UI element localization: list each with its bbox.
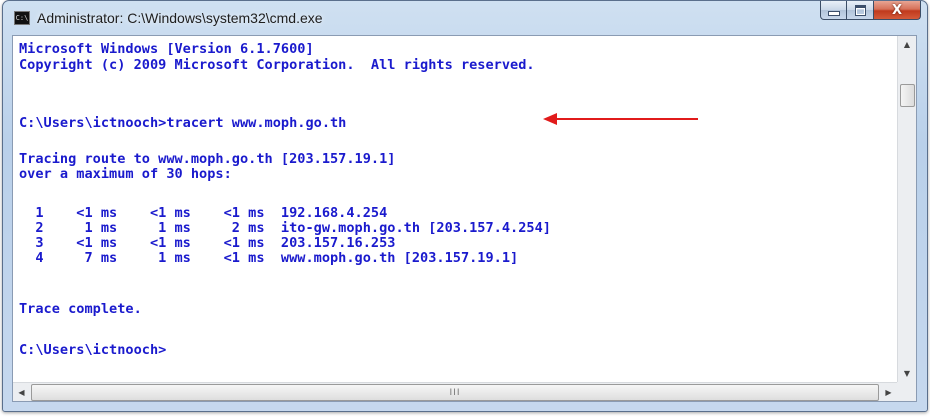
scroll-down-button[interactable]: ▼ xyxy=(898,365,916,382)
scroll-right-icon: ▶ xyxy=(885,388,892,397)
window-controls: X xyxy=(820,1,921,21)
console-line: Copyright (c) 2009 Microsoft Corporation… xyxy=(19,57,535,73)
console-command-line: C:\Users\ictnooch>tracert www.moph.go.th xyxy=(19,115,347,131)
minimize-icon xyxy=(827,11,840,16)
cmd-icon-glyph: C:\ xyxy=(15,14,29,22)
console-line: Trace complete. xyxy=(19,301,142,317)
maximize-icon xyxy=(854,4,866,16)
maximize-button[interactable] xyxy=(847,1,874,20)
console-output[interactable]: Microsoft Windows [Version 6.1.7600] Cop… xyxy=(13,36,897,382)
console-line: over a maximum of 30 hops: xyxy=(19,166,232,182)
cmd-icon[interactable]: C:\ xyxy=(14,11,30,25)
console-client-area: Microsoft Windows [Version 6.1.7600] Cop… xyxy=(12,35,917,402)
horizontal-scroll-thumb[interactable]: III xyxy=(31,384,879,401)
scroll-right-button[interactable]: ▶ xyxy=(880,384,897,401)
scrollbar-corner xyxy=(897,382,916,401)
close-button[interactable]: X xyxy=(874,1,921,20)
hop-row: 4 7 ms 1 ms <1 ms www.moph.go.th [203.15… xyxy=(19,250,519,266)
red-arrow-left-icon xyxy=(543,113,698,125)
cmd-window: C:\ Administrator: C:\Windows\system32\c… xyxy=(2,0,928,412)
scroll-up-icon: ▲ xyxy=(903,40,911,49)
vertical-scrollbar[interactable]: ▲ ▼ xyxy=(897,36,916,382)
minimize-button[interactable] xyxy=(820,1,847,20)
thumb-grip-icon: III xyxy=(449,387,461,398)
console-prompt: C:\Users\ictnooch> xyxy=(19,342,167,358)
scroll-left-icon: ◀ xyxy=(18,388,25,397)
horizontal-scrollbar[interactable]: ◀ III ▶ xyxy=(13,382,897,401)
window-title: Administrator: C:\Windows\system32\cmd.e… xyxy=(37,10,323,26)
scroll-up-button[interactable]: ▲ xyxy=(898,36,916,53)
close-icon: X xyxy=(891,2,903,18)
vertical-scroll-thumb[interactable] xyxy=(900,84,915,107)
scroll-left-button[interactable]: ◀ xyxy=(13,384,30,401)
title-bar[interactable]: C:\ Administrator: C:\Windows\system32\c… xyxy=(3,1,927,35)
scroll-down-icon: ▼ xyxy=(903,369,911,378)
